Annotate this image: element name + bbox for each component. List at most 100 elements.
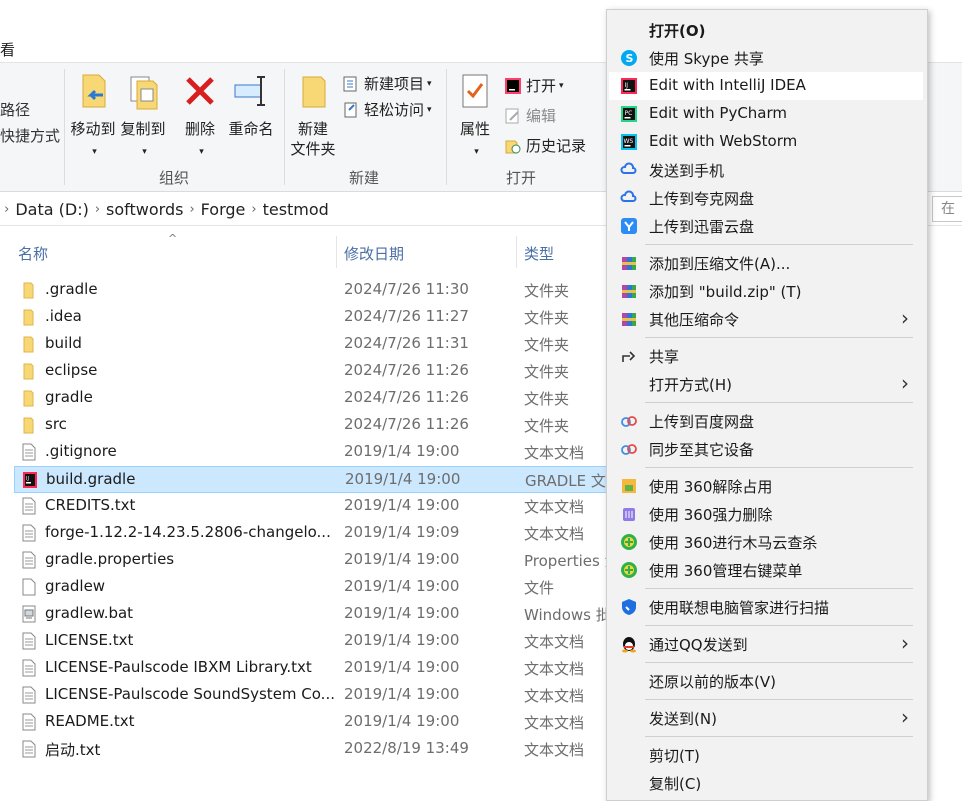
- column-divider[interactable]: [336, 236, 337, 268]
- file-date: 2019/1/4 19:00: [344, 631, 460, 649]
- cloud-phone-icon: [620, 162, 637, 174]
- tab-view[interactable]: 看: [0, 39, 15, 60]
- file-date: 2019/1/4 19:00: [344, 442, 460, 460]
- file-row[interactable]: gradle.properties 2019/1/4 19:00 Propertie…: [14, 547, 614, 574]
- file-name: .idea: [45, 307, 82, 325]
- menu-item[interactable]: 上传到夸克网盘: [609, 184, 923, 212]
- properties-button[interactable]: 属性 ▾: [450, 71, 500, 162]
- column-divider[interactable]: [516, 236, 517, 268]
- file-row[interactable]: CREDITS.txt 2019/1/4 19:00 文本文档: [14, 493, 614, 520]
- edit-button[interactable]: 编辑: [504, 105, 556, 126]
- menu-item[interactable]: 使用 360管理右键菜单: [609, 556, 923, 584]
- menu-item-label: 其他压缩命令: [649, 311, 740, 329]
- webstorm-icon: WS: [621, 134, 637, 150]
- history-button[interactable]: 历史记录: [504, 135, 586, 156]
- move-to-label: 移动到: [70, 120, 116, 138]
- file-row[interactable]: gradlew 2019/1/4 19:00 文件: [14, 574, 614, 601]
- quark-icon: [620, 190, 637, 202]
- file-row[interactable]: src 2024/7/26 11:26 文件夹: [14, 412, 614, 439]
- breadcrumb-testmod[interactable]: testmod: [257, 200, 335, 219]
- menu-item[interactable]: S 使用 Skype 共享: [609, 44, 923, 72]
- svg-text:IJ: IJ: [26, 476, 29, 482]
- intellij-file-icon: IJ: [23, 472, 37, 488]
- menu-item[interactable]: 还原以前的版本(V): [609, 667, 923, 695]
- new-item-button[interactable]: 新建项目 ▾: [342, 73, 432, 94]
- menu-item[interactable]: 使用 360强力删除: [609, 500, 923, 528]
- new-item-label: 新建项目: [364, 75, 425, 93]
- menu-item[interactable]: 使用 360解除占用: [609, 472, 923, 500]
- menu-item[interactable]: 复制(C): [609, 769, 923, 797]
- menu-item-label: 通过QQ发送到: [649, 636, 748, 654]
- menu-item[interactable]: 使用联想电脑管家进行扫描: [609, 593, 923, 621]
- file-row[interactable]: gradle 2024/7/26 11:26 文件夹: [14, 385, 614, 412]
- copy-to-button[interactable]: 复制到 ▾: [118, 71, 168, 162]
- menu-separator: [645, 402, 913, 403]
- menu-item[interactable]: 上传到百度网盘: [609, 407, 923, 435]
- breadcrumb-drive[interactable]: Data (D:): [9, 200, 94, 219]
- chevron-right-icon[interactable]: ›: [0, 202, 9, 217]
- file-row[interactable]: README.txt 2019/1/4 19:00 文本文档: [14, 709, 614, 736]
- open-button[interactable]: 打开 ▾: [504, 75, 564, 96]
- file-row[interactable]: LICENSE-Paulscode IBXM Library.txt 2019/1…: [14, 655, 614, 682]
- menu-item[interactable]: 添加到 "build.zip" (T): [609, 277, 923, 305]
- menu-item[interactable]: 使用 360进行木马云查杀: [609, 528, 923, 556]
- file-row[interactable]: gradlew.bat 2019/1/4 19:00 Windows 批处理文件: [14, 601, 614, 628]
- breadcrumb-softwords[interactable]: softwords: [100, 200, 189, 219]
- menu-item-label: 添加到压缩文件(A)...: [649, 255, 791, 273]
- menu-item[interactable]: 发送到(N) ›: [609, 704, 923, 732]
- file-row[interactable]: LICENSE-Paulscode SoundSystem Co... 2019/…: [14, 682, 614, 709]
- column-name[interactable]: 名称: [18, 243, 48, 264]
- folder-icon: [23, 282, 34, 299]
- menu-item[interactable]: 打开方式(H) ›: [609, 370, 923, 398]
- easy-access-label: 轻松访问: [364, 101, 425, 119]
- file-row[interactable]: build 2024/7/26 11:31 文件夹: [14, 331, 614, 358]
- text-file-icon: [22, 632, 36, 650]
- edit-label: 编辑: [526, 107, 557, 125]
- menu-item[interactable]: 同步至其它设备: [609, 435, 923, 463]
- menu-item[interactable]: 其他压缩命令 ›: [609, 305, 923, 333]
- menu-item[interactable]: PC Edit with PyCharm: [609, 100, 923, 128]
- menu-item[interactable]: 上传到迅雷云盘: [609, 212, 923, 240]
- menu-item-label: 使用联想电脑管家进行扫描: [649, 599, 830, 617]
- paste-shortcut-button[interactable]: 快捷方式: [0, 125, 60, 146]
- menu-item[interactable]: 添加到压缩文件(A)...: [609, 249, 923, 277]
- delete-label: 删除: [184, 120, 215, 138]
- search-input[interactable]: 在: [932, 196, 962, 222]
- menu-item[interactable]: WS Edit with WebStorm: [609, 128, 923, 156]
- rename-button[interactable]: 重命名: [226, 71, 276, 139]
- copy-path-button[interactable]: 路径: [0, 99, 30, 120]
- column-date[interactable]: 修改日期: [344, 243, 404, 264]
- file-type: 文件夹: [524, 417, 570, 435]
- group-label-organize: 组织: [158, 169, 189, 187]
- menu-item[interactable]: 通过QQ发送到 ›: [609, 630, 923, 658]
- menu-item[interactable]: 剪切(T): [609, 741, 923, 769]
- delete-button[interactable]: 删除 ▾: [178, 71, 222, 162]
- archive-icon: [622, 257, 636, 270]
- menu-item[interactable]: IJ Edit with IntelliJ IDEA: [609, 72, 923, 100]
- move-to-button[interactable]: 移动到 ▾: [68, 71, 118, 162]
- menu-item[interactable]: 打开(O): [609, 16, 923, 44]
- menu-item[interactable]: 发送到手机: [609, 156, 923, 184]
- pycharm-icon: PC: [621, 106, 637, 122]
- file-row[interactable]: .gradle 2024/7/26 11:30 文件夹: [14, 277, 614, 304]
- menu-item[interactable]: 共享: [609, 342, 923, 370]
- file-row[interactable]: .idea 2024/7/26 11:27 文件夹: [14, 304, 614, 331]
- svg-text:IJ: IJ: [625, 82, 629, 89]
- file-name: gradle: [45, 388, 93, 406]
- file-row[interactable]: .gitignore 2019/1/4 19:00 文本文档: [14, 439, 614, 466]
- file-date: 2019/1/4 19:00: [344, 685, 460, 703]
- column-type[interactable]: 类型: [524, 243, 554, 264]
- file-type: Properties 源文件: [524, 552, 614, 570]
- easy-access-button[interactable]: 轻松访问 ▾: [342, 99, 432, 120]
- breadcrumb-forge[interactable]: Forge: [195, 200, 252, 219]
- file-row[interactable]: 启动.txt 2022/8/19 13:49 文本文档: [14, 736, 614, 763]
- file-row[interactable]: IJ build.gradle 2019/1/4 19:00 GRADLE 文件: [14, 466, 615, 493]
- file-row[interactable]: LICENSE.txt 2019/1/4 19:00 文本文档: [14, 628, 614, 655]
- file-row[interactable]: forge-1.12.2-14.23.5.2806-changelo... 201…: [14, 520, 614, 547]
- text-file-icon: [22, 713, 36, 731]
- file-row[interactable]: eclipse 2024/7/26 11:26 文件夹: [14, 358, 614, 385]
- file-type: 文件夹: [524, 282, 570, 300]
- new-folder-button[interactable]: 新建 文件夹: [288, 71, 338, 159]
- archive-icon: [622, 285, 636, 298]
- new-folder-label-line2: 文件夹: [290, 140, 336, 158]
